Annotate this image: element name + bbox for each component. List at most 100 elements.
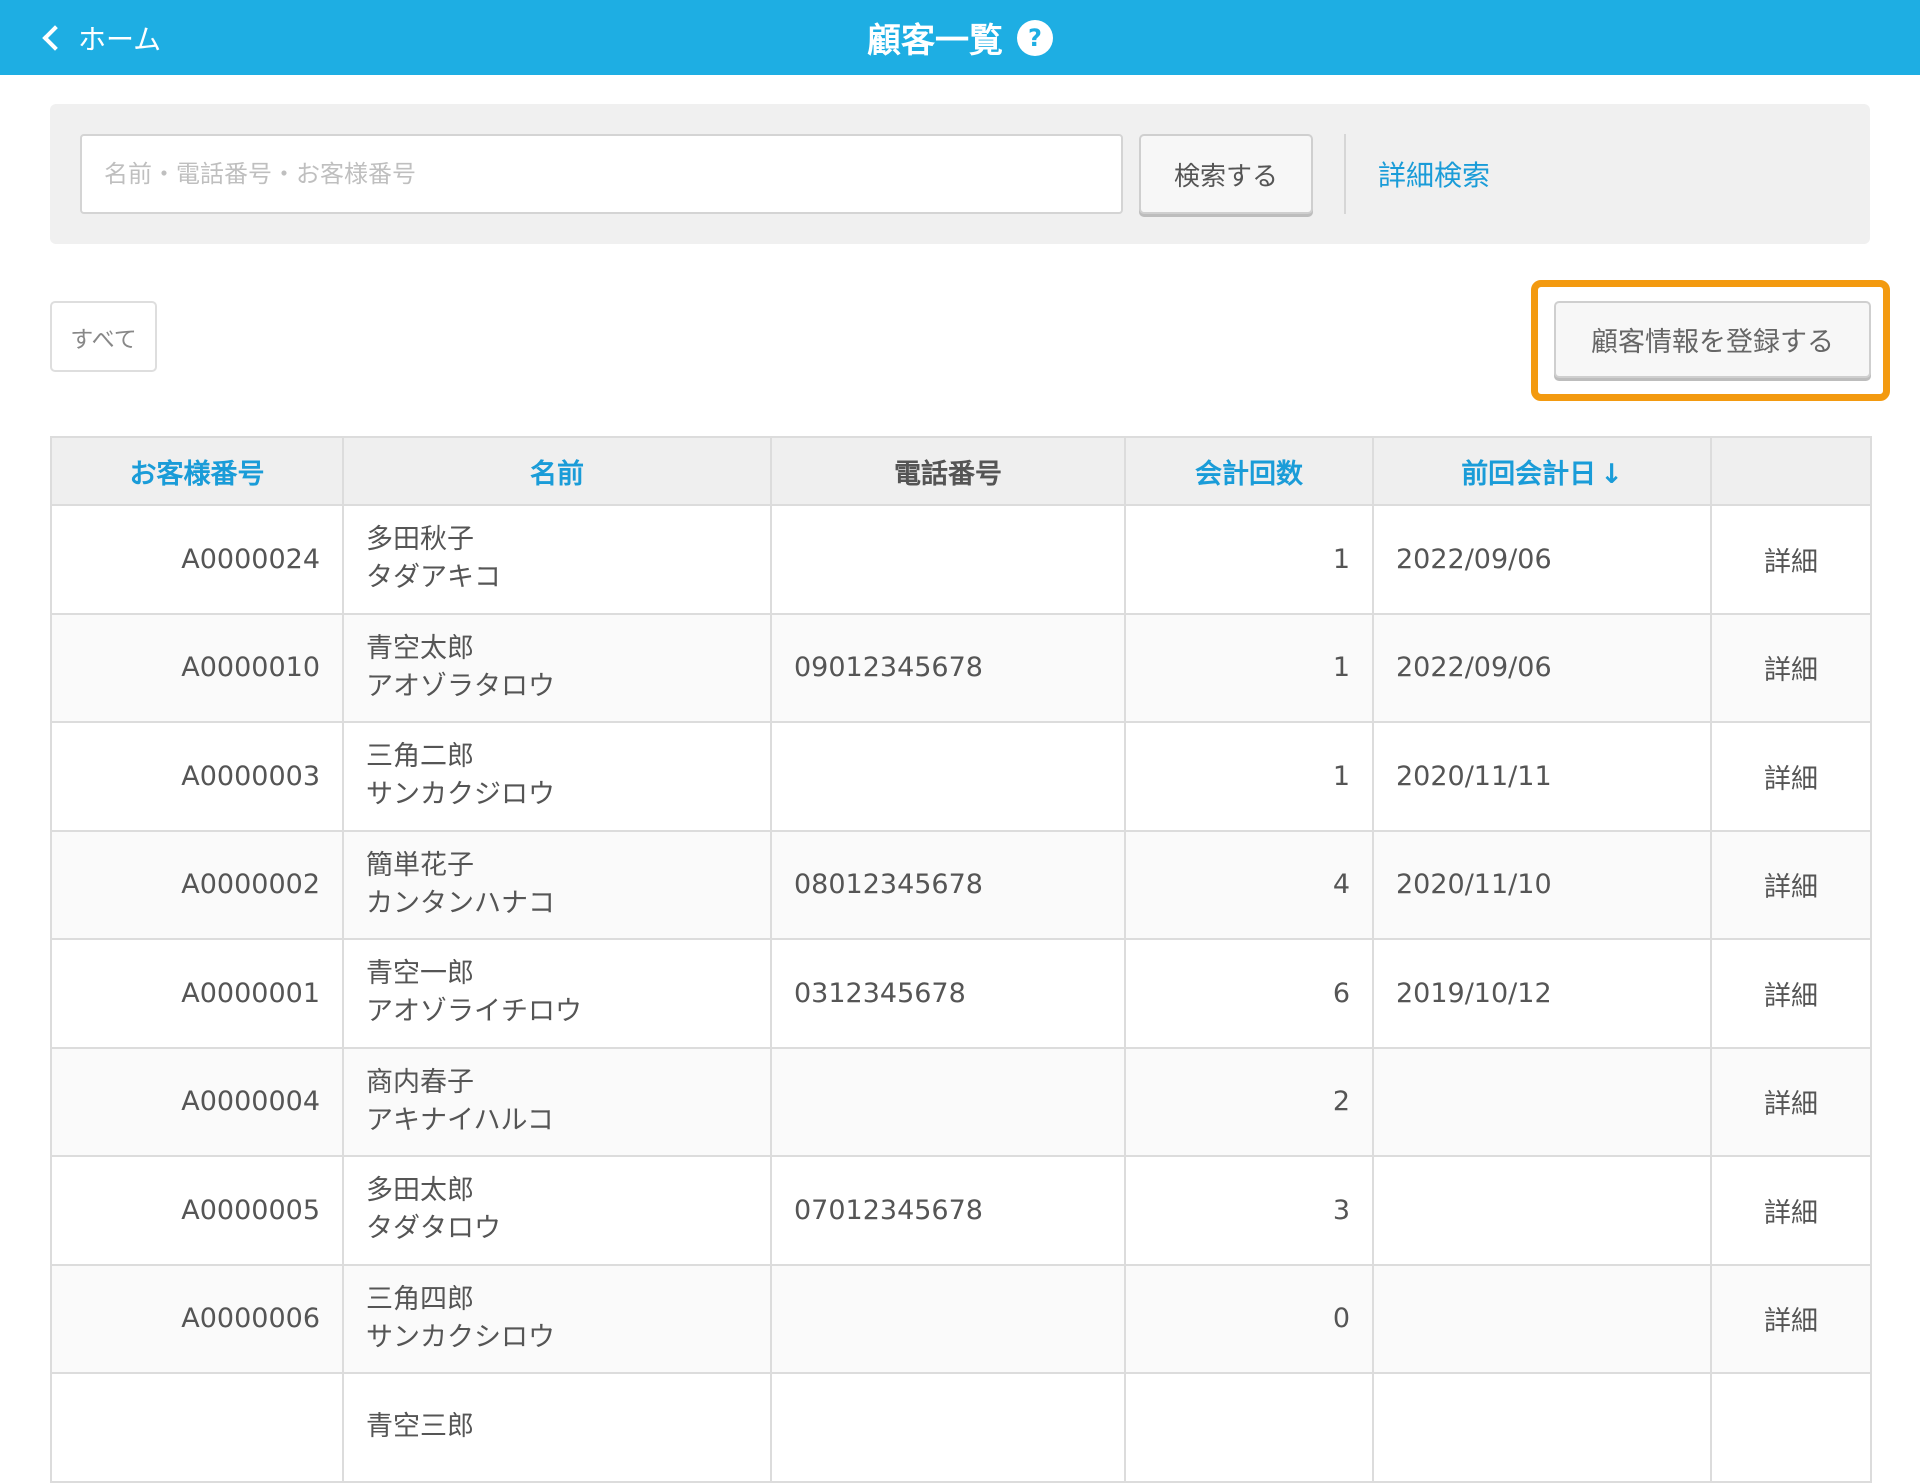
customer-name: 三角四郎 [366,1283,474,1315]
last-checkout-date: 2022/09/06 [1372,612,1712,723]
table-row: A0000010 青空太郎 アオゾラタロウ 09012345678 1 2022/09/0… [50,612,1872,723]
customer-table: お客様番号 名前 電話番号 会計回数 前回会計日 ↓ A0000024 多田秋子 タダ… [50,436,1872,1483]
detail-link[interactable]: 詳細 [1710,1263,1872,1374]
last-checkout-date: 2019/10/12 [1372,938,1712,1049]
customer-name-cell: 青空太郎アオゾラタロウ [342,612,772,723]
customer-name: 青空太郎 [366,632,474,664]
customer-phone [770,721,1126,832]
table-row: A0000024 多田秋子 タダアキコ 1 2022/09/06 詳細 [50,504,1872,615]
last-checkout-date: 2022/09/06 [1372,504,1712,615]
table-header-row: お客様番号 名前 電話番号 会計回数 前回会計日 ↓ [50,436,1872,506]
search-input[interactable] [80,134,1123,214]
last-checkout-date: 2020/11/11 [1372,721,1712,832]
customer-name-cell: 青空三郎 [342,1372,772,1483]
header-customer-number[interactable]: お客様番号 [50,436,344,506]
customer-name: 三角二郎 [366,741,474,773]
customer-name-cell: 多田太郎 タダタロウ [342,1155,772,1266]
customer-kana: カンタンハナコ [366,887,555,919]
customer-kana: タダタロウ [366,1213,501,1245]
customer-number: A0000001 [50,938,344,1049]
customer-name-cell: 簡単花子カンタンハナコ [342,829,772,940]
last-checkout-date [1372,1155,1712,1266]
header-last-checkout-date[interactable]: 前回会計日 ↓ [1372,436,1712,506]
customer-phone [770,504,1126,615]
detail-link[interactable]: 詳細 [1710,612,1872,723]
detail-link[interactable]: 詳細 [1710,1046,1872,1157]
checkout-count: 0 [1124,1263,1374,1374]
customer-number: A0000003 [50,721,344,832]
search-panel: 検索する 詳細検索 [50,104,1870,244]
customer-kana: アキナイハルコ [366,1104,554,1136]
page-title: 顧客一覧 [867,21,1003,61]
app-header: ホーム 顧客一覧 ? [0,0,1920,75]
table-row: A0000004 商内春子 アキナイハルコ 2 詳細 [50,1046,1872,1157]
customer-phone: 09012345678 [770,612,1126,723]
table-row: 青空三郎 [50,1372,1872,1483]
table-row: A0000006 三角四郎 サンカクシロウ 0 詳細 [50,1263,1872,1374]
customer-name: 多田秋子 [366,524,474,556]
header-last-checkout-label: 前回会計日 [1461,458,1597,490]
header-phone: 電話番号 [770,436,1126,506]
customer-kana: タダアキコ [366,562,501,594]
customer-name-cell: 青空一郎アオゾライチロウ [342,938,772,1049]
customer-phone: 08012345678 [770,829,1126,940]
customer-number: A0000006 [50,1263,344,1374]
last-checkout-date: 2020/11/10 [1372,829,1712,940]
customer-kana: サンカクジロウ [366,779,555,811]
header-checkout-count[interactable]: 会計回数 [1124,436,1374,506]
checkout-count: 3 [1124,1155,1374,1266]
divider [1344,134,1346,214]
help-icon[interactable]: ? [1017,19,1053,56]
customer-kana: サンカクシロウ [366,1321,555,1353]
detail-link [1710,1372,1872,1483]
checkout-count: 1 [1124,721,1374,832]
last-checkout-date [1372,1263,1712,1374]
table-row: A0000005 多田太郎 タダタロウ 07012345678 3 詳細 [50,1155,1872,1266]
advanced-search-link[interactable]: 詳細検索 [1378,134,1490,214]
sort-down-icon: ↓ [1600,458,1623,490]
customer-number: A0000002 [50,829,344,940]
customer-name: 青空一郎 [366,958,474,990]
customer-name: 簡単花子 [366,849,474,881]
table-row: A0000003 三角二郎 サンカクジロウ 1 2020/11/11 詳細 [50,721,1872,832]
checkout-count: 4 [1124,829,1374,940]
table-row: A0000001 青空一郎 アオゾライチロウ 0312345678 6 2019/10/1… [50,938,1872,1049]
checkout-count: 1 [1124,612,1374,723]
customer-phone: 07012345678 [770,1155,1126,1266]
checkout-count: 2 [1124,1046,1374,1157]
table-row: A0000002 簡単花子 カンタンハナコ 08012345678 4 2020/11/1… [50,829,1872,940]
customer-phone [770,1372,1126,1483]
last-checkout-date [1372,1372,1712,1483]
customer-name: 多田太郎 [366,1175,474,1207]
customer-phone [770,1263,1126,1374]
customer-number: A0000005 [50,1155,344,1266]
checkout-count [1124,1372,1374,1483]
detail-link[interactable]: 詳細 [1710,938,1872,1049]
customer-name-cell: 商内春子アキナイハルコ [342,1046,772,1157]
customer-name-cell: 三角四郎サンカクシロウ [342,1263,772,1374]
customer-name-cell: 三角二郎サンカクジロウ [342,721,772,832]
customer-number: A0000024 [50,504,344,615]
customer-number: A0000004 [50,1046,344,1157]
customer-number [50,1372,344,1483]
checkout-count: 6 [1124,938,1374,1049]
detail-link[interactable]: 詳細 [1710,1155,1872,1266]
customer-name: 青空三郎 [366,1411,474,1443]
customer-phone [770,1046,1126,1157]
detail-link[interactable]: 詳細 [1710,829,1872,940]
detail-link[interactable]: 詳細 [1710,504,1872,615]
header-actions [1710,436,1872,506]
filter-all-button[interactable]: すべて [50,301,157,372]
customer-name-cell: 多田秋子 タダアキコ [342,504,772,615]
customer-phone: 0312345678 [770,938,1126,1049]
checkout-count: 1 [1124,504,1374,615]
title-area: 顧客一覧 ? [0,0,1920,75]
customer-name: 商内春子 [366,1066,474,1098]
customer-kana: アオゾラタロウ [366,670,555,702]
detail-link[interactable]: 詳細 [1710,721,1872,832]
register-customer-button[interactable]: 顧客情報を登録する [1554,301,1871,378]
customer-number: A0000010 [50,612,344,723]
header-name[interactable]: 名前 [342,436,772,506]
search-button[interactable]: 検索する [1139,134,1313,214]
customer-kana: アオゾライチロウ [366,996,582,1028]
